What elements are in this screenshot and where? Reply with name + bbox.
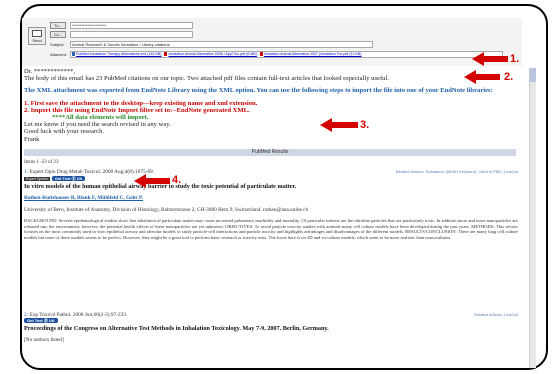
send-button[interactable]: Send — [28, 27, 46, 45]
items-count: Items 1 -23 of 23 — [24, 160, 59, 165]
callout-1: 1. — [510, 53, 520, 65]
scrollbar-thumb[interactable] — [530, 68, 536, 82]
related-links[interactable]: Related Articles, LinkOut — [474, 312, 518, 318]
subject-field[interactable]: Animal Research & Smoke Inhalation / Lib… — [70, 40, 373, 48]
arrow-icon-2 — [464, 70, 500, 84]
envelope-icon — [32, 29, 42, 37]
record-index: 2: — [24, 312, 29, 318]
to-row: To... ********************** — [50, 21, 193, 29]
send-label: Send — [32, 37, 42, 43]
record-abstract: BACKGROUND: Several epidemiological stud… — [24, 218, 518, 240]
record-source[interactable]: Exp Toxicol Pathol. 2008 Jun;60(2-3):97-… — [29, 312, 127, 318]
related-links[interactable]: Related Articles, Substance (MeSH Keywor… — [396, 169, 518, 175]
get-text-button[interactable]: Get Text Ⓡ UK — [24, 318, 58, 324]
attachment-pdf-2[interactable]: Inhalation Animal Alternative 2007 (Inha… — [259, 52, 362, 57]
to-button[interactable]: To... — [50, 21, 66, 29]
record-title: In vitro models of the human epithelial … — [24, 182, 297, 190]
record-authors: [No authors listed] — [24, 337, 64, 344]
callout-4: 4. — [172, 174, 182, 186]
email-header: Send To... ********************** Cc... … — [22, 18, 522, 66]
record-title: Proceedings of the Congress on Alternati… — [24, 324, 329, 332]
xml-file-icon — [72, 52, 75, 56]
step-2: 2. Import this file using EndNote Import… — [24, 106, 250, 114]
subject-row: Subject: Animal Research & Smoke Inhalat… — [50, 40, 373, 48]
attachment-pdf-1[interactable]: Inhalation Animal Alternative 2006 / App… — [164, 52, 257, 57]
email-body: Dr. ************, The body of this email… — [24, 68, 512, 143]
closing-2: Good luck with your research. — [24, 128, 105, 136]
record-2: 2: Exp Toxicol Pathol. 2008 Jun;60(2-3):… — [24, 312, 518, 344]
step-note: ****All data elements will import. — [52, 114, 149, 122]
record-index: 1: — [24, 169, 29, 175]
arrow-icon-4 — [134, 174, 170, 188]
record-affiliation: University of Bern, Institute of Anatomy… — [24, 206, 309, 213]
attached-label: Attached: — [50, 51, 67, 57]
body-line-2: The XML attachment was exported from End… — [24, 87, 493, 95]
arrow-icon-3 — [320, 118, 358, 132]
record-authors[interactable]: Rothen-Rutishauser B, Blank F, Mühlfeld … — [24, 195, 518, 201]
pubmed-results-bar: PubMed Results — [24, 149, 516, 156]
signature: Frank — [24, 135, 40, 143]
cc-button[interactable]: Cc... — [50, 30, 66, 38]
closing-1: Let me know if you need the search revis… — [24, 121, 171, 129]
scrollbar[interactable] — [529, 68, 536, 368]
attached-row: Attached: PubMed Inhalation Therapy Alte… — [50, 50, 503, 58]
record-1: 1: Expert Opin Drug Metab Toxicol. 2008 … — [24, 169, 518, 240]
body-line-1: The body of this email has 23 PubMed cit… — [24, 75, 389, 83]
step-1: 1. First save the attachment to the desk… — [24, 99, 258, 107]
attachments-field: PubMed Inhalation Therapy Alternatives.x… — [70, 50, 503, 58]
pdf-file-icon — [164, 52, 168, 56]
subject-label: Subject: — [50, 41, 65, 47]
callout-3: 3. — [360, 119, 370, 131]
arrow-icon-1 — [472, 52, 508, 66]
pdf-file-icon — [259, 52, 263, 56]
callout-2: 2. — [504, 71, 514, 83]
expert-opinion-logo[interactable]: Expert Opinion — [24, 177, 51, 182]
to-field[interactable]: ********************** — [70, 21, 193, 29]
cc-field[interactable] — [70, 30, 193, 38]
get-text-button[interactable]: Get Text Ⓡ UK — [51, 176, 86, 182]
greeting: Dr. ************, — [24, 68, 76, 75]
attachment-xml[interactable]: PubMed Inhalation Therapy Alternatives.x… — [72, 52, 161, 57]
cc-row: Cc... — [50, 30, 193, 38]
